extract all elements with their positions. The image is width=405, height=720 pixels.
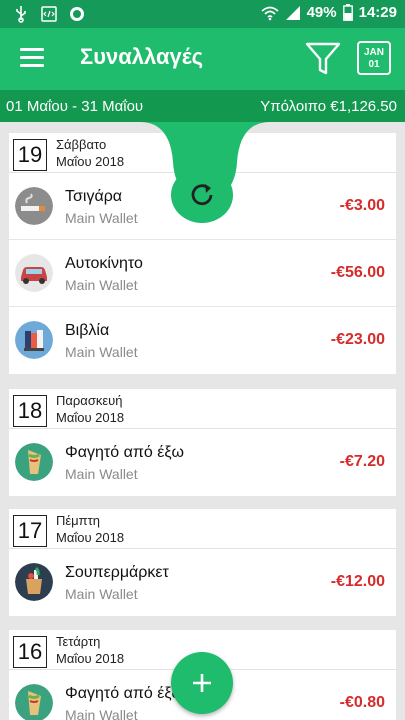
day-number: 17 xyxy=(13,515,47,547)
wallet-label: Main Wallet xyxy=(65,586,138,602)
category-label: Βιβλία xyxy=(65,322,110,339)
wallet-label: Main Wallet xyxy=(65,707,138,720)
amount: -€56.00 xyxy=(330,264,385,281)
month-year: Μαΐου 2018 xyxy=(56,154,125,169)
day-group: 17 Πέμπτη Μαΐου 2018 Σουπερμάρκετ Main W… xyxy=(9,509,396,616)
signal-icon xyxy=(285,5,300,20)
day-header: 18 Παρασκευή Μαΐου 2018 xyxy=(9,389,396,429)
books-icon xyxy=(15,321,53,359)
day-name: Παρασκευή xyxy=(56,393,123,408)
refresh-button[interactable] xyxy=(170,166,234,224)
status-bar: 49% 14:29 xyxy=(0,0,405,28)
refresh-icon xyxy=(171,167,233,223)
burrito-icon xyxy=(15,684,53,720)
month-year: Μαΐου 2018 xyxy=(56,530,125,545)
amount: -€3.00 xyxy=(339,197,385,214)
battery-percent: 49% xyxy=(306,4,337,21)
wifi-icon xyxy=(261,6,279,20)
page-title: Συναλλαγές xyxy=(80,44,204,69)
category-label: Τσιγάρα xyxy=(65,188,123,205)
month-year: Μαΐου 2018 xyxy=(56,651,125,666)
menu-icon[interactable] xyxy=(20,48,44,68)
filter-icon[interactable] xyxy=(304,40,342,78)
code-icon xyxy=(41,6,57,22)
transaction-row[interactable]: Βιβλία Main Wallet -€23.00 xyxy=(9,307,396,374)
day-name: Τετάρτη xyxy=(56,634,101,649)
range-bar: 01 Μαΐου - 31 Μαΐου Υπόλοιπο €1,126.50 xyxy=(0,90,405,122)
wallet-label: Main Wallet xyxy=(65,277,138,293)
day-number: 18 xyxy=(13,395,47,427)
cigarette-icon xyxy=(15,187,53,225)
day-header: 17 Πέμπτη Μαΐου 2018 xyxy=(9,509,396,549)
app-circle-icon xyxy=(70,7,84,21)
usb-icon xyxy=(16,6,26,23)
category-label: Φαγητό από έξω xyxy=(65,685,184,702)
amount: -€23.00 xyxy=(330,331,385,348)
transaction-row[interactable]: Αυτοκίνητο Main Wallet -€56.00 xyxy=(9,240,396,307)
calendar-button[interactable]: JAN 01 xyxy=(357,41,391,75)
add-transaction-button[interactable] xyxy=(171,652,233,714)
wallet-label: Main Wallet xyxy=(65,466,138,482)
wallet-label: Main Wallet xyxy=(65,210,138,226)
car-icon xyxy=(15,254,53,292)
burrito-icon xyxy=(15,443,53,481)
transaction-row[interactable]: Σουπερμάρκετ Main Wallet -€12.00 xyxy=(9,549,396,616)
day-number: 16 xyxy=(13,636,47,668)
balance: Υπόλοιπο €1,126.50 xyxy=(260,98,397,115)
category-label: Αυτοκίνητο xyxy=(65,255,143,272)
amount: -€7.20 xyxy=(339,453,385,470)
month-year: Μαΐου 2018 xyxy=(56,410,125,425)
wallet-label: Main Wallet xyxy=(65,344,138,360)
grocery-bag-icon xyxy=(15,563,53,601)
category-label: Σουπερμάρκετ xyxy=(65,564,169,581)
transaction-row[interactable]: Φαγητό από έξω Main Wallet -€7.20 xyxy=(9,429,396,496)
day-name: Σάββατο xyxy=(56,137,107,152)
clock: 14:29 xyxy=(358,4,397,21)
day-name: Πέμπτη xyxy=(56,513,101,528)
category-label: Φαγητό από έξω xyxy=(65,444,184,461)
amount: -€0.80 xyxy=(339,694,385,711)
plus-icon xyxy=(193,674,211,692)
calendar-month: JAN xyxy=(363,47,384,58)
day-number: 19 xyxy=(13,139,47,171)
date-range[interactable]: 01 Μαΐου - 31 Μαΐου xyxy=(6,98,143,115)
battery-icon xyxy=(342,4,353,21)
app-bar: Συναλλαγές JAN 01 xyxy=(0,28,405,90)
day-group: 18 Παρασκευή Μαΐου 2018 Φαγητό από έξω M… xyxy=(9,389,396,496)
calendar-day: 01 xyxy=(368,59,380,70)
amount: -€12.00 xyxy=(330,573,385,590)
